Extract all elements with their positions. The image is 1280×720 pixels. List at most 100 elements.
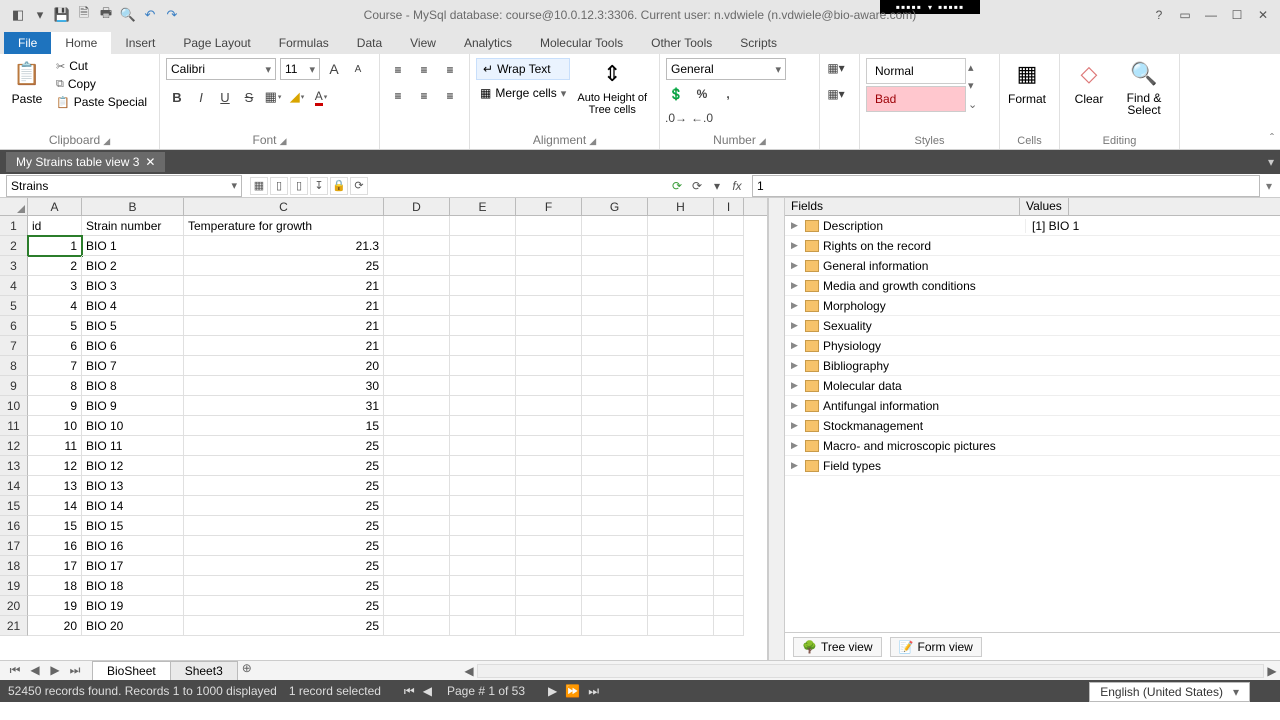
- tab-formulas[interactable]: Formulas: [265, 32, 343, 54]
- cell[interactable]: BIO 16: [82, 536, 184, 556]
- tree-item[interactable]: ▶Physiology: [785, 336, 1280, 356]
- cell[interactable]: [450, 496, 516, 516]
- cell[interactable]: [384, 236, 450, 256]
- fb-btn-1[interactable]: ▦: [250, 177, 268, 195]
- cell[interactable]: BIO 2: [82, 256, 184, 276]
- help-icon[interactable]: ?: [1148, 5, 1170, 25]
- cell[interactable]: [648, 556, 714, 576]
- tree-item[interactable]: ▶Macro- and microscopic pictures: [785, 436, 1280, 456]
- cell[interactable]: 14: [28, 496, 82, 516]
- font-color-button[interactable]: A: [310, 86, 332, 108]
- cell[interactable]: [450, 456, 516, 476]
- cell[interactable]: 20: [184, 356, 384, 376]
- row-header[interactable]: 12: [0, 436, 28, 456]
- cell[interactable]: 9: [28, 396, 82, 416]
- col-header-D[interactable]: D: [384, 198, 450, 215]
- expand-icon[interactable]: ▶: [791, 460, 801, 471]
- cell[interactable]: [384, 396, 450, 416]
- number-format-select[interactable]: General▾: [666, 58, 786, 80]
- cell[interactable]: [516, 576, 582, 596]
- cell[interactable]: [450, 556, 516, 576]
- cell[interactable]: [384, 296, 450, 316]
- cell[interactable]: [714, 616, 744, 636]
- cut-button[interactable]: ✂Cut: [54, 58, 149, 74]
- cell[interactable]: BIO 5: [82, 316, 184, 336]
- cell[interactable]: 25: [184, 556, 384, 576]
- cell[interactable]: [648, 616, 714, 636]
- sheet-prev-icon[interactable]: ◀: [26, 663, 44, 678]
- cell[interactable]: 10: [28, 416, 82, 436]
- cell[interactable]: [582, 556, 648, 576]
- cell[interactable]: [384, 556, 450, 576]
- cell[interactable]: [516, 356, 582, 376]
- cell[interactable]: [516, 396, 582, 416]
- expand-icon[interactable]: ▶: [791, 360, 801, 371]
- cell[interactable]: 16: [28, 536, 82, 556]
- col-header-E[interactable]: E: [450, 198, 516, 215]
- paste-special-button[interactable]: 📋Paste Special: [54, 94, 149, 110]
- cell[interactable]: [516, 216, 582, 236]
- row-header[interactable]: 7: [0, 336, 28, 356]
- cell[interactable]: [450, 336, 516, 356]
- cell[interactable]: [714, 476, 744, 496]
- cell[interactable]: [714, 536, 744, 556]
- tab-home[interactable]: Home: [51, 32, 111, 54]
- print-icon[interactable]: 🖶: [96, 5, 116, 25]
- fb-btn-2[interactable]: ▯: [270, 177, 288, 195]
- cell[interactable]: 25: [184, 436, 384, 456]
- cell[interactable]: [648, 416, 714, 436]
- format-cells-button[interactable]: ▦ Format: [1006, 58, 1048, 106]
- cell[interactable]: [714, 236, 744, 256]
- cell[interactable]: [714, 396, 744, 416]
- cell[interactable]: [648, 536, 714, 556]
- row-header[interactable]: 19: [0, 576, 28, 596]
- expand-icon[interactable]: ▶: [791, 240, 801, 251]
- cell[interactable]: 31: [184, 396, 384, 416]
- tab-other-tools[interactable]: Other Tools: [637, 32, 726, 54]
- col-header-C[interactable]: C: [184, 198, 384, 215]
- fb-btn-5[interactable]: 🔒: [330, 177, 348, 195]
- paste-button[interactable]: 📋 Paste: [6, 58, 48, 110]
- cell[interactable]: 25: [184, 516, 384, 536]
- cell[interactable]: [648, 376, 714, 396]
- cell[interactable]: [582, 396, 648, 416]
- cell[interactable]: [714, 576, 744, 596]
- cell[interactable]: [582, 216, 648, 236]
- cell[interactable]: [714, 256, 744, 276]
- row-header[interactable]: 10: [0, 396, 28, 416]
- tree-item[interactable]: ▶Antifungal information: [785, 396, 1280, 416]
- cell[interactable]: 2: [28, 256, 82, 276]
- row-header[interactable]: 11: [0, 416, 28, 436]
- merge-cells-button[interactable]: ▦Merge cells▾: [476, 82, 570, 104]
- cell[interactable]: 6: [28, 336, 82, 356]
- align-middle-button[interactable]: ≡: [412, 58, 436, 82]
- cell[interactable]: [516, 316, 582, 336]
- shrink-font-icon[interactable]: A: [348, 59, 368, 79]
- cell[interactable]: BIO 9: [82, 396, 184, 416]
- underline-button[interactable]: U: [214, 86, 236, 108]
- tab-insert[interactable]: Insert: [111, 32, 169, 54]
- cell[interactable]: BIO 8: [82, 376, 184, 396]
- cell[interactable]: BIO 19: [82, 596, 184, 616]
- tab-scripts[interactable]: Scripts: [726, 32, 791, 54]
- font-size-select[interactable]: 11▾: [280, 58, 320, 80]
- qat-new-icon[interactable]: ▾: [30, 5, 50, 25]
- cell[interactable]: [714, 516, 744, 536]
- cell[interactable]: [648, 516, 714, 536]
- cell[interactable]: [450, 256, 516, 276]
- rec-prev-icon[interactable]: ◀: [420, 684, 435, 699]
- style-normal[interactable]: Normal: [866, 58, 966, 84]
- cell[interactable]: 21: [184, 336, 384, 356]
- cell[interactable]: [450, 316, 516, 336]
- col-header-F[interactable]: F: [516, 198, 582, 215]
- cell[interactable]: 20: [28, 616, 82, 636]
- cell[interactable]: [516, 516, 582, 536]
- minimize-icon[interactable]: —: [1200, 5, 1222, 25]
- cell[interactable]: [516, 536, 582, 556]
- refresh-green-icon[interactable]: ⟳: [668, 177, 686, 195]
- cell[interactable]: 12: [28, 456, 82, 476]
- cell[interactable]: BIO 20: [82, 616, 184, 636]
- cell[interactable]: [648, 316, 714, 336]
- cell[interactable]: [450, 536, 516, 556]
- cell[interactable]: [648, 356, 714, 376]
